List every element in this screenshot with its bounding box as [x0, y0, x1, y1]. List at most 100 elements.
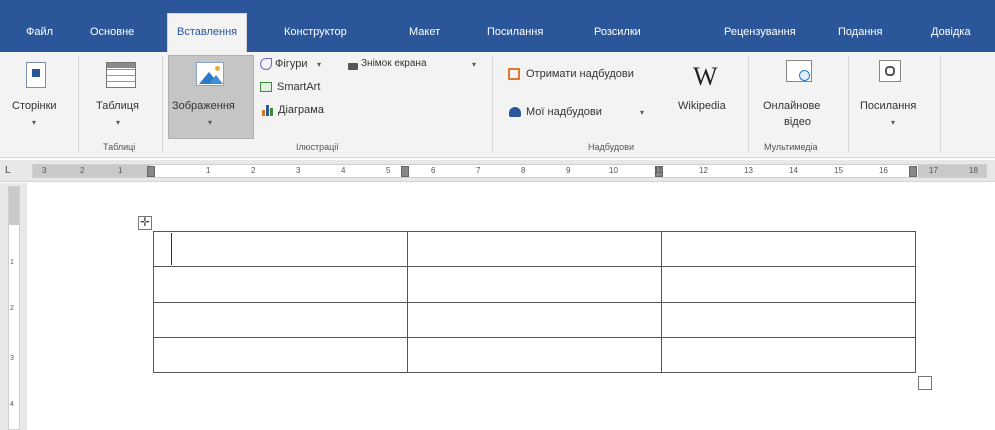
- group-separator: [748, 56, 749, 152]
- table-cell[interactable]: [407, 301, 662, 338]
- pictures-caret: ▾: [208, 118, 213, 127]
- shapes-caret: ▾: [317, 60, 322, 69]
- media-group-label: Мультимедіа: [764, 142, 818, 152]
- illustrations-group-label: Ілюстрації: [296, 142, 339, 152]
- ruler-number: 9: [566, 166, 571, 175]
- table-cell[interactable]: [661, 266, 916, 303]
- online-video-icon: [786, 60, 812, 82]
- ruler-number: 18: [969, 166, 978, 175]
- get-addins-label: Отримати надбудови: [526, 68, 634, 80]
- online-video-label-1: Онлайнове: [763, 100, 821, 112]
- vertical-ruler[interactable]: 1 2 3 4: [8, 186, 20, 430]
- vruler-number: 2: [10, 305, 14, 312]
- smartart-label: SmartArt: [277, 81, 321, 93]
- group-separator: [848, 56, 849, 152]
- group-separator: [162, 56, 163, 152]
- pages-caret: ▾: [32, 118, 37, 127]
- table-cell[interactable]: [661, 336, 916, 374]
- vruler-number: 1: [10, 259, 14, 266]
- wikipedia-icon: W: [693, 62, 718, 91]
- chart-label: Діаграма: [278, 104, 324, 116]
- vruler-number: 3: [10, 355, 14, 362]
- table-cell[interactable]: [661, 301, 916, 338]
- tab-mailings[interactable]: Розсилки: [594, 23, 641, 45]
- camera-icon: [348, 63, 358, 70]
- ruler-row: L 3 2 1 1 2 3 4 5 6 7 8 9 10 11 12 13 14…: [0, 160, 995, 182]
- table-cell[interactable]: [407, 230, 662, 268]
- table-row: [153, 230, 916, 268]
- table-cell[interactable]: [153, 336, 408, 374]
- tab-view[interactable]: Подання: [838, 23, 882, 45]
- ruler-number: 15: [834, 166, 843, 175]
- table-caret: ▾: [116, 118, 121, 127]
- ruler-number: 4: [341, 166, 346, 175]
- my-addins-caret: ▾: [640, 108, 645, 117]
- page-icon: [26, 62, 46, 88]
- ruler-number: 7: [476, 166, 481, 175]
- my-addins-label: Мої надбудови: [526, 106, 602, 118]
- ribbon-tab-bar: Файл Основне Вставлення Конструктор Маке…: [0, 0, 995, 52]
- table-cell[interactable]: [153, 266, 408, 303]
- tab-review[interactable]: Рецензування: [724, 23, 796, 45]
- ruler-number: 1: [206, 166, 211, 175]
- document-table[interactable]: [153, 230, 916, 374]
- store-icon: [508, 68, 520, 80]
- pictures-label: Зображення: [172, 100, 235, 112]
- table-row: [153, 266, 916, 303]
- ruler-number: 10: [609, 166, 618, 175]
- table-cell[interactable]: [153, 230, 408, 268]
- group-separator: [78, 56, 79, 152]
- tab-file[interactable]: Файл: [26, 23, 53, 45]
- table-move-handle-icon[interactable]: ✛: [138, 216, 152, 230]
- ruler-number: 5: [386, 166, 391, 175]
- horizontal-ruler[interactable]: 3 2 1 1 2 3 4 5 6 7 8 9 10 11 12 13 14 1…: [32, 164, 987, 178]
- shapes-icon: [260, 58, 272, 70]
- table-cell[interactable]: [407, 336, 662, 374]
- screenshot-label: Знімок екрана: [361, 58, 427, 69]
- addins-group-label: Надбудови: [588, 142, 634, 152]
- picture-icon: [196, 62, 224, 86]
- addins-icon: [509, 107, 521, 117]
- table-grid-icon: [106, 62, 136, 88]
- vruler-margin-top: [9, 187, 19, 225]
- table-cell[interactable]: [661, 230, 916, 268]
- shapes-label: Фігури: [275, 58, 308, 70]
- tab-selector[interactable]: L: [5, 165, 17, 177]
- tab-design[interactable]: Конструктор: [284, 23, 347, 45]
- links-caret: ▾: [891, 118, 896, 127]
- indent-marker[interactable]: [147, 166, 155, 177]
- ruler-number: 1: [118, 166, 123, 175]
- online-video-label-2: відео: [784, 116, 811, 128]
- tab-references[interactable]: Посилання: [487, 23, 543, 45]
- pages-label: Сторінки: [12, 100, 57, 112]
- table-resize-handle[interactable]: [918, 376, 932, 390]
- tab-help[interactable]: Довідка: [931, 23, 971, 45]
- table-row: [153, 336, 916, 374]
- smartart-icon: [260, 82, 272, 92]
- text-cursor: [171, 233, 172, 265]
- ruler-number: 2: [80, 166, 85, 175]
- ruler-margin-left: [33, 165, 151, 177]
- ruler-number: 16: [879, 166, 888, 175]
- table-cell[interactable]: [407, 266, 662, 303]
- group-separator: [492, 56, 493, 152]
- column-marker[interactable]: [909, 166, 917, 177]
- link-icon: [879, 60, 901, 82]
- table-cell[interactable]: [153, 301, 408, 338]
- tables-group-label: Таблиці: [103, 142, 136, 152]
- screenshot-caret: ▾: [472, 60, 477, 69]
- table-row: [153, 301, 916, 338]
- ruler-number: 11: [654, 166, 663, 175]
- wikipedia-label: Wikipedia: [678, 100, 726, 112]
- tab-layout[interactable]: Макет: [409, 23, 440, 45]
- ruler-number: 3: [42, 166, 47, 175]
- chart-icon: [262, 104, 274, 116]
- ruler-number: 2: [251, 166, 256, 175]
- tab-insert[interactable]: Вставлення: [167, 13, 248, 52]
- column-marker[interactable]: [401, 166, 409, 177]
- vruler-number: 4: [10, 401, 14, 408]
- ruler-number: 3: [296, 166, 301, 175]
- ruler-number: 13: [744, 166, 753, 175]
- tab-home[interactable]: Основне: [90, 23, 134, 45]
- group-separator: [940, 56, 941, 152]
